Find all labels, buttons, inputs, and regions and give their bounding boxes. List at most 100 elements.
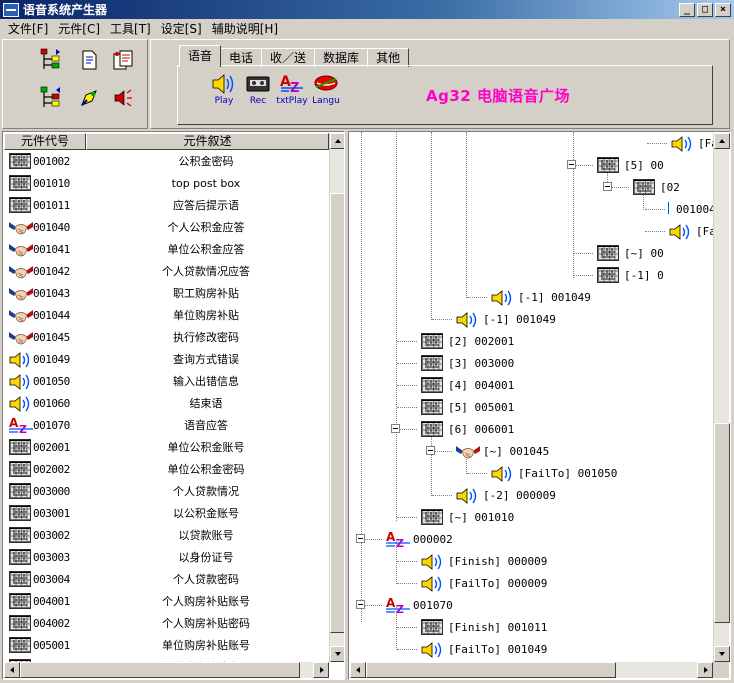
list-item[interactable]: A Z 001070 语音应答: [4, 414, 329, 436]
expander-minus-icon[interactable]: [356, 534, 365, 543]
tree-node[interactable]: [FailTo] 001049: [419, 639, 547, 659]
tree-collapse-icon[interactable]: [37, 84, 65, 112]
close-button[interactable]: ×: [715, 2, 731, 17]
list-item[interactable]: 001049 查询方式错误: [4, 348, 329, 370]
node-icon: [595, 155, 621, 175]
expander-minus-icon[interactable]: [391, 424, 400, 433]
expander-minus-icon[interactable]: [426, 446, 435, 455]
tree-horizontal-scrollbar[interactable]: [350, 662, 713, 678]
scroll-left-button[interactable]: [4, 662, 20, 678]
tree-node[interactable]: 001004: [667, 199, 714, 219]
keypad-icon: [9, 461, 31, 477]
tree-node[interactable]: [~] 001045: [454, 441, 549, 461]
tree-node[interactable]: A Z 000002: [384, 529, 453, 549]
tree-scroll-left-button[interactable]: [350, 662, 366, 678]
list-item[interactable]: 001042 个人贷款情况应答: [4, 260, 329, 282]
langu-tool[interactable]: Langu: [306, 72, 346, 118]
component-description: 单位公积金账号: [167, 441, 245, 454]
hscroll-thumb[interactable]: [20, 662, 300, 678]
tree-scroll-right-button[interactable]: [697, 662, 713, 678]
scroll-up-button[interactable]: [330, 133, 344, 149]
expander-minus-icon[interactable]: [567, 160, 576, 169]
component-description: 语音应答: [184, 419, 228, 432]
list-item[interactable]: 003000 个人贷款情况: [4, 480, 329, 502]
expander-minus-icon[interactable]: [603, 182, 612, 191]
keypad-icon: [421, 421, 443, 437]
tree-node[interactable]: [FailTo]: [667, 221, 714, 241]
tree-node[interactable]: [FailTo]: [669, 133, 714, 153]
expander-minus-icon[interactable]: [356, 600, 365, 609]
tree-node[interactable]: [3] 003000: [419, 353, 514, 373]
title-bar[interactable]: 语音系统产生器 _ □ ×: [0, 0, 734, 19]
list-item[interactable]: 002001 单位公积金账号: [4, 436, 329, 458]
paste-doc-icon[interactable]: [109, 46, 137, 74]
tree-node[interactable]: [5] 00: [595, 155, 664, 175]
component-code: 001043: [33, 286, 70, 300]
tree-scroll-up-button[interactable]: [714, 133, 730, 149]
list-item[interactable]: 003003 以身份证号: [4, 546, 329, 568]
tree-node[interactable]: [02: [631, 177, 680, 197]
scroll-right-button[interactable]: [313, 662, 329, 678]
component-description: 个人贷款情况: [173, 485, 239, 498]
list-rows: 001002 公积金密码 001010 top post box 001011 应答后提示…: [4, 150, 329, 678]
tree-node[interactable]: [5] 005001: [419, 397, 514, 417]
list-item[interactable]: 001041 单位公积金应答: [4, 238, 329, 260]
tree-hscroll-thumb[interactable]: [366, 662, 616, 678]
menu-help[interactable]: 辅助说明[H]: [208, 20, 284, 37]
list-item[interactable]: 001045 执行修改密码: [4, 326, 329, 348]
list-item[interactable]: 002002 单位公积金密码: [4, 458, 329, 480]
menu-component[interactable]: 元件[C]: [54, 20, 106, 37]
component-code: 001010: [33, 176, 70, 190]
tree-scroll-thumb[interactable]: [714, 423, 730, 623]
menu-file[interactable]: 文件[F]: [4, 20, 54, 37]
tree-node[interactable]: A Z 001070: [384, 595, 453, 615]
tree-node[interactable]: [-1] 0: [595, 265, 664, 285]
tree-node[interactable]: [Finish] 000009: [419, 551, 547, 571]
list-item[interactable]: 001010 top post box: [4, 172, 329, 194]
tree-node[interactable]: [-2] 000009: [454, 485, 556, 505]
menu-tools[interactable]: 工具[T]: [106, 20, 157, 37]
list-item[interactable]: 001002 公积金密码: [4, 150, 329, 172]
list-item[interactable]: 001060 结束语: [4, 392, 329, 414]
column-description[interactable]: 元件叙述: [86, 133, 329, 150]
menu-settings[interactable]: 设定[S]: [157, 20, 208, 37]
document-icon[interactable]: [75, 46, 103, 74]
tree-node[interactable]: [Finish] 001011: [419, 617, 547, 637]
tree-node[interactable]: [6] 006001: [419, 419, 514, 439]
tree-scroll-down-button[interactable]: [714, 646, 730, 662]
list-item[interactable]: 001050 输入出错信息: [4, 370, 329, 392]
component-description: 单位公积金应答: [167, 243, 245, 256]
tree-expand-icon[interactable]: [37, 46, 65, 74]
list-item[interactable]: 001040 个人公积金应答: [4, 216, 329, 238]
edit-node-icon[interactable]: [75, 84, 103, 112]
speaker-settings-icon[interactable]: [109, 84, 137, 112]
list-horizontal-scrollbar[interactable]: [4, 662, 329, 678]
column-code[interactable]: 元件代号: [4, 133, 86, 150]
tab-voice[interactable]: 语音: [179, 45, 222, 67]
list-item[interactable]: 003001 以公积金账号: [4, 502, 329, 524]
scroll-down-button[interactable]: [330, 646, 344, 662]
tree-node[interactable]: [2] 002001: [419, 331, 514, 351]
list-item[interactable]: 004001 个人购房补贴账号: [4, 590, 329, 612]
list-item[interactable]: 003002 以贷款账号: [4, 524, 329, 546]
tree-node[interactable]: [~] 001010: [419, 507, 514, 527]
list-item[interactable]: 001043 职工购房补贴: [4, 282, 329, 304]
tree-vertical-scrollbar[interactable]: [713, 133, 730, 662]
tree-node[interactable]: [FailTo] 001050: [489, 463, 617, 483]
tree-node[interactable]: [-1] 001049: [454, 309, 556, 329]
maximize-button[interactable]: □: [697, 2, 713, 17]
flow-tree[interactable]: [FailTo] [5] 00 [02 001004 [FailTo] [~] 00 [-1…: [349, 132, 714, 662]
minimize-button[interactable]: _: [679, 2, 695, 17]
tree-node[interactable]: [4] 004001: [419, 375, 514, 395]
list-item[interactable]: 001011 应答后提示语: [4, 194, 329, 216]
scroll-thumb[interactable]: [330, 193, 344, 633]
tree-node[interactable]: [-1] 001049: [489, 287, 591, 307]
tree-node[interactable]: [~] 00: [595, 243, 664, 263]
list-vertical-scrollbar[interactable]: [329, 133, 344, 662]
list-item[interactable]: 004002 个人购房补贴密码: [4, 612, 329, 634]
list-item[interactable]: 005001 单位购房补贴账号: [4, 634, 329, 656]
list-item[interactable]: 001044 单位购房补贴: [4, 304, 329, 326]
list-item[interactable]: 003004 个人贷款密码: [4, 568, 329, 590]
component-code: 001049: [33, 352, 70, 366]
tree-node[interactable]: [FailTo] 000009: [419, 573, 547, 593]
